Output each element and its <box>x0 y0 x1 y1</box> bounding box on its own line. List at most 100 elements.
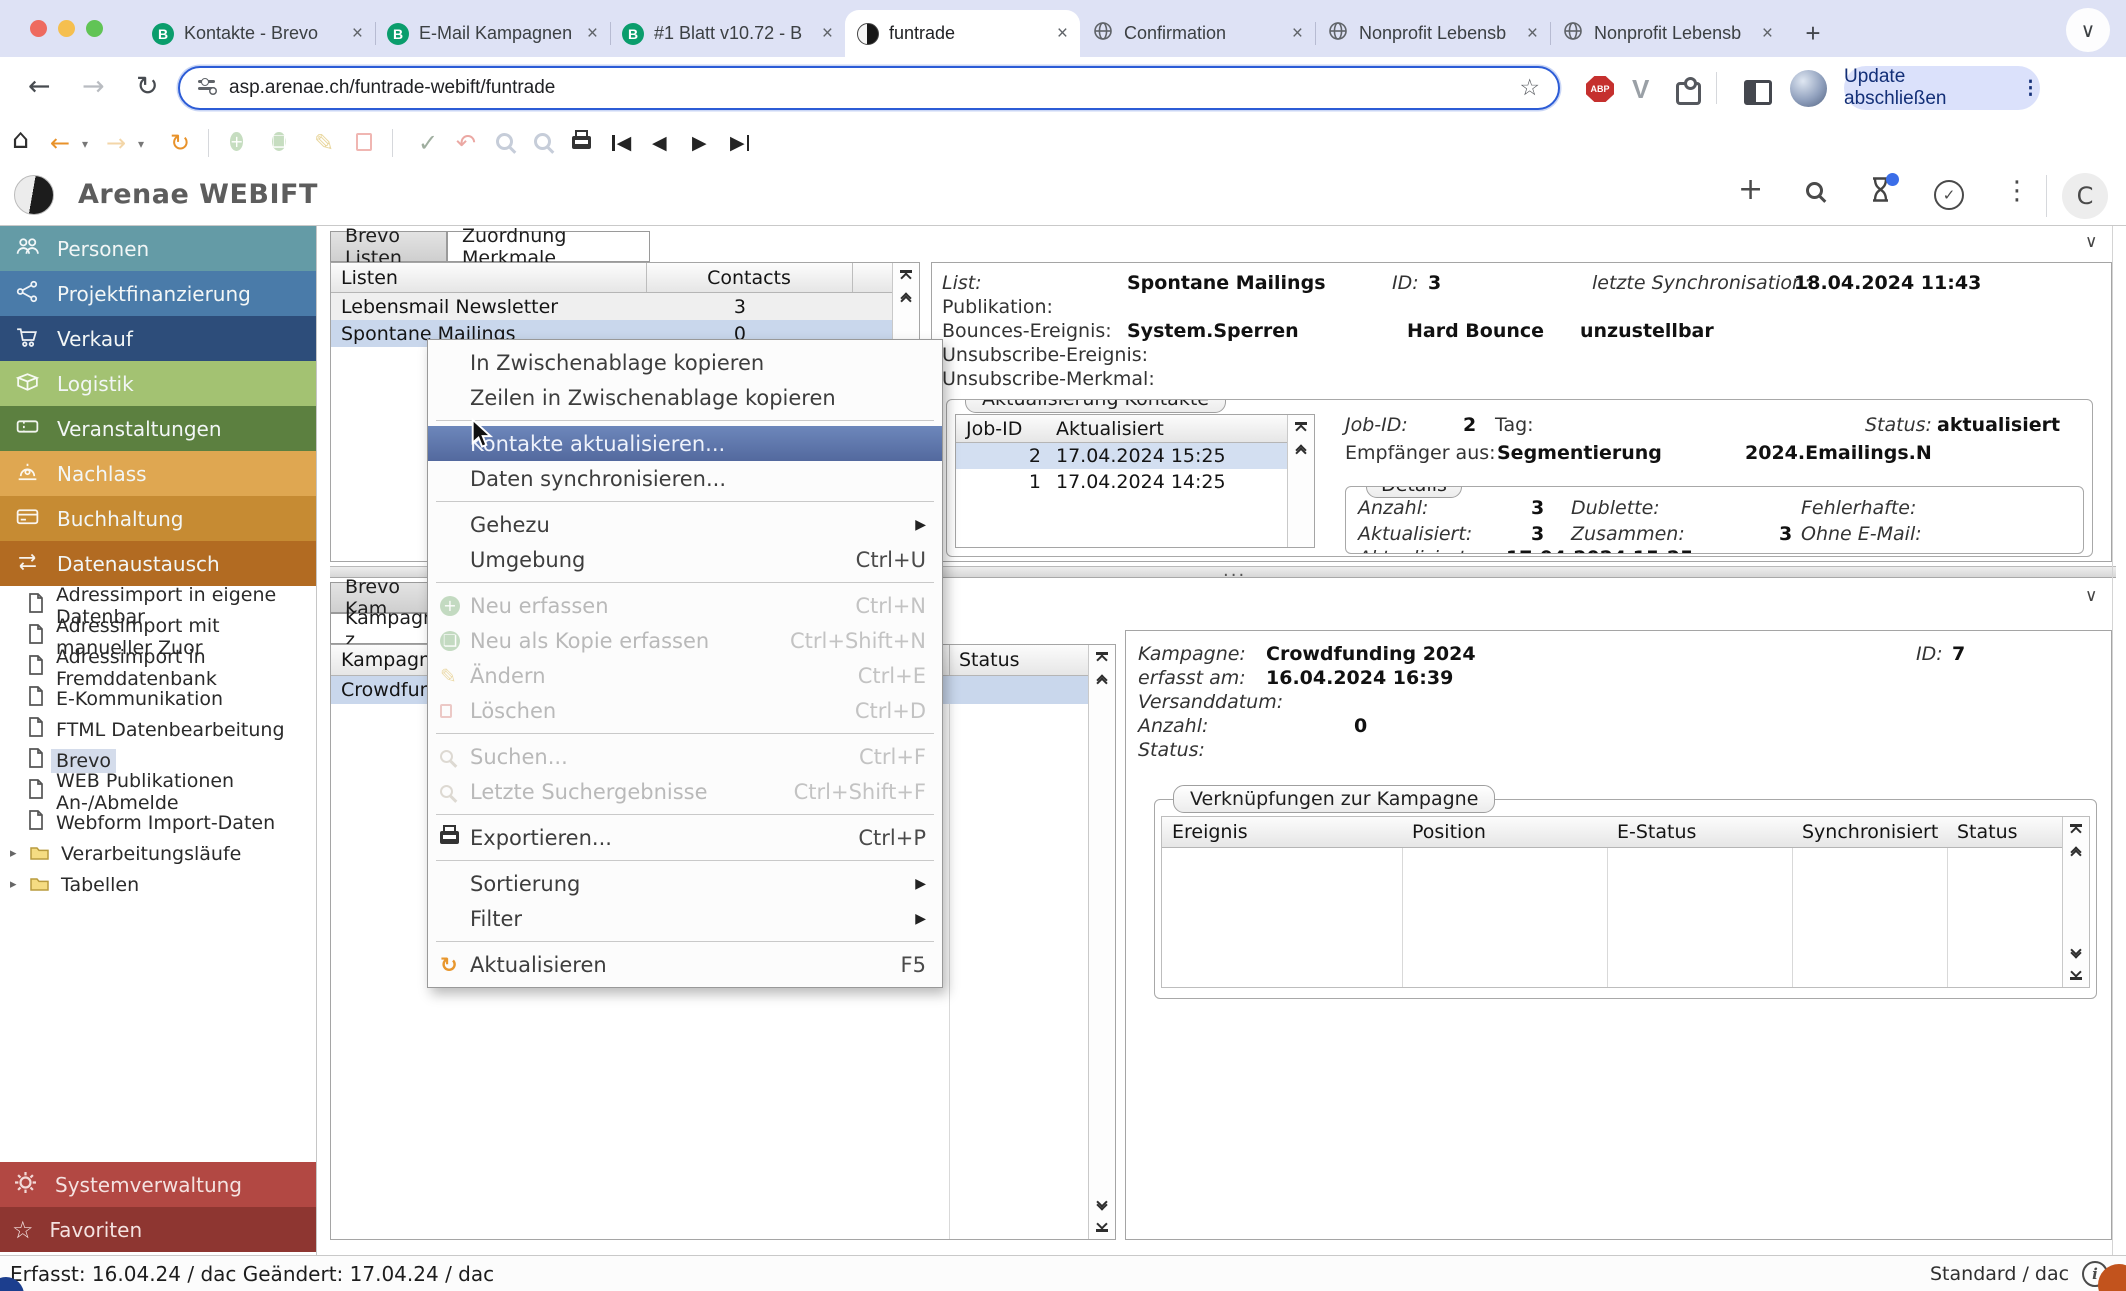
column-header-ereignis[interactable]: Ereignis <box>1172 821 1248 843</box>
menu-item-daten-synchronisieren[interactable]: Daten synchronisieren... <box>428 461 942 496</box>
scroll-page-up-icon[interactable] <box>2065 843 2087 863</box>
tab-close-icon[interactable]: × <box>1057 24 1068 43</box>
collapse-panel-chevron-icon[interactable]: ∨ <box>2085 586 2097 606</box>
menu-item-in-zwischenablage-kopieren[interactable]: In Zwischenablage kopieren <box>428 345 942 380</box>
tree-folder-tabellen[interactable]: ▸ Tabellen <box>0 869 316 900</box>
column-header-aktualisiert[interactable]: Aktualisiert <box>1056 418 1164 440</box>
forward-icon[interactable]: → <box>106 129 126 157</box>
browser-tab[interactable]: B #1 Blatt v10.72 - B × <box>610 10 845 57</box>
menu-item-exportieren[interactable]: Exportieren... Ctrl+P <box>428 820 942 855</box>
previous-record-icon[interactable]: ◀ <box>652 132 667 154</box>
tree-item-adressimport-fremd[interactable]: Adressimport in Fremddatenbank <box>0 652 316 683</box>
confirm-check-icon[interactable]: ✓ <box>418 129 438 157</box>
reload-icon[interactable]: ↻ <box>170 129 190 157</box>
collapse-panel-chevron-icon[interactable]: ∨ <box>2085 232 2097 252</box>
browser-tab[interactable]: Confirmation × <box>1080 10 1315 57</box>
home-icon[interactable]: ⌂ <box>12 124 29 155</box>
column-header-listen[interactable]: Listen <box>341 267 398 289</box>
scroll-top-icon[interactable] <box>2065 820 2087 840</box>
sidebar-item-verkauf[interactable]: Verkauf <box>0 316 316 361</box>
search-icon[interactable] <box>496 133 513 154</box>
tune-icon[interactable] <box>198 87 215 90</box>
add-icon[interactable]: + <box>1738 172 1763 207</box>
scroll-page-down-icon[interactable] <box>2065 941 2087 961</box>
tab-close-icon[interactable]: × <box>1527 24 1538 43</box>
window-zoom-button[interactable] <box>86 20 103 37</box>
edit-pencil-icon[interactable]: ✎ <box>314 129 334 157</box>
tab-close-icon[interactable]: × <box>352 24 363 43</box>
tree-item-web-publikationen[interactable]: WEB Publikationen An-/Abmelde <box>0 776 316 807</box>
tasks-check-circle-icon[interactable]: ✓ <box>1934 180 1964 210</box>
column-header-status[interactable]: Status <box>959 649 1020 671</box>
tab-close-icon[interactable]: × <box>587 24 598 43</box>
sidebar-item-personen[interactable]: Personen <box>0 226 316 271</box>
update-button[interactable]: Update abschließen ⋮ <box>1844 66 2040 110</box>
scroll-top-icon[interactable] <box>1290 418 1312 438</box>
first-record-icon[interactable]: ◀ <box>612 132 631 154</box>
delete-trash-icon[interactable] <box>356 133 372 155</box>
table-row[interactable]: 1 17.04.2024 14:25 <box>956 469 1314 495</box>
column-header-status[interactable]: Status <box>1957 821 2018 843</box>
scroll-bottom-icon[interactable] <box>2065 964 2087 984</box>
bookmark-star-icon[interactable]: ☆ <box>1519 75 1540 101</box>
browser-tab[interactable]: Nonprofit Lebensb × <box>1550 10 1785 57</box>
expand-caret-icon[interactable]: ▸ <box>10 846 18 861</box>
last-record-icon[interactable]: ▶ <box>730 132 749 154</box>
tab-close-icon[interactable]: × <box>1762 24 1773 43</box>
new-record-icon[interactable]: + <box>230 132 243 152</box>
sidebar-item-systemverwaltung[interactable]: Systemverwaltung <box>0 1162 316 1207</box>
menu-item-aktualisieren[interactable]: ↻ Aktualisieren F5 <box>428 947 942 982</box>
table-row[interactable]: Lebensmail Newsletter 3 <box>331 293 919 320</box>
side-panel-icon[interactable] <box>1744 80 1772 105</box>
scroll-top-icon[interactable] <box>1091 648 1113 668</box>
menu-item-filter[interactable]: Filter ▶ <box>428 901 942 936</box>
column-header-position[interactable]: Position <box>1412 821 1486 843</box>
browser-tab[interactable]: B E-Mail Kampagnen × <box>375 10 610 57</box>
tab-search-chevron-icon[interactable]: ∨ <box>2066 8 2110 52</box>
url-text[interactable]: asp.arenae.ch/funtrade-webift/funtrade <box>229 77 555 99</box>
sidebar-item-favoriten[interactable]: ☆ Favoriten <box>0 1207 316 1252</box>
sidebar-item-veranstaltungen[interactable]: Veranstaltungen <box>0 406 316 451</box>
menu-item-zeilen-in-zwischenablage-kopieren[interactable]: Zeilen in Zwischenablage kopieren <box>428 380 942 415</box>
tab-close-icon[interactable]: × <box>1292 24 1303 43</box>
tree-item-ftml[interactable]: FTML Datenbearbeitung <box>0 714 316 745</box>
column-header-e-status[interactable]: E-Status <box>1617 821 1696 843</box>
window-minimize-button[interactable] <box>58 20 75 37</box>
scroll-page-up-icon[interactable] <box>1091 671 1113 691</box>
menu-item-umgebung[interactable]: Umgebung Ctrl+U <box>428 542 942 577</box>
column-header-job-id[interactable]: Job-ID <box>966 418 1022 440</box>
sidebar-item-buchhaltung[interactable]: Buchhaltung <box>0 496 316 541</box>
browser-tab-active[interactable]: funtrade × <box>845 10 1080 57</box>
address-bar[interactable]: asp.arenae.ch/funtrade-webift/funtrade ☆ <box>178 66 1560 110</box>
back-dropdown-caret-icon[interactable]: ▾ <box>82 137 88 151</box>
browser-back-icon[interactable]: ← <box>28 71 51 102</box>
column-header-synchronisiert[interactable]: Synchronisiert <box>1802 821 1938 843</box>
sidebar-item-projektfinanzierung[interactable]: Projektfinanzierung <box>0 271 316 316</box>
scroll-bottom-icon[interactable] <box>1091 1216 1113 1236</box>
menu-item-gehezu[interactable]: Gehezu ▶ <box>428 507 942 542</box>
scroll-page-up-icon[interactable] <box>895 289 917 309</box>
browser-tab[interactable]: B Kontakte - Brevo × <box>140 10 375 57</box>
column-header-contacts[interactable]: Contacts <box>646 267 852 289</box>
sidebar-item-nachlass[interactable]: Nachlass <box>0 451 316 496</box>
tree-item-webform-import[interactable]: Webform Import-Daten <box>0 807 316 838</box>
global-search-icon[interactable] <box>1806 182 1823 203</box>
more-kebab-icon[interactable]: ⋮ <box>2004 176 2030 206</box>
table-row-selected[interactable]: 2 17.04.2024 15:25 <box>956 443 1314 469</box>
scroll-page-up-icon[interactable] <box>1290 441 1312 461</box>
browser-reload-icon[interactable]: ↻ <box>136 71 159 102</box>
sidebar-item-datenaustausch[interactable]: Datenaustausch <box>0 541 316 586</box>
sidebar-item-logistik[interactable]: Logistik <box>0 361 316 406</box>
v-extension-icon[interactable]: V <box>1632 74 1649 105</box>
tab-brevo-listen[interactable]: Brevo Listen <box>330 231 447 262</box>
print-icon[interactable] <box>572 134 591 153</box>
user-avatar[interactable]: C <box>2062 173 2108 219</box>
undo-icon[interactable]: ↶ <box>456 129 476 157</box>
browser-menu-kebab-icon[interactable]: ⋮ <box>2021 77 2040 100</box>
copy-record-icon[interactable]: ❏ <box>272 132 286 152</box>
tab-close-icon[interactable]: × <box>822 24 833 43</box>
tab-zuordnung-merkmale[interactable]: Zuordnung Merkmale <box>447 231 650 262</box>
back-icon[interactable]: ← <box>50 129 70 157</box>
tree-folder-verarbeitungslaeufe[interactable]: ▸ Verarbeitungsläufe <box>0 838 316 869</box>
window-close-button[interactable] <box>30 20 47 37</box>
